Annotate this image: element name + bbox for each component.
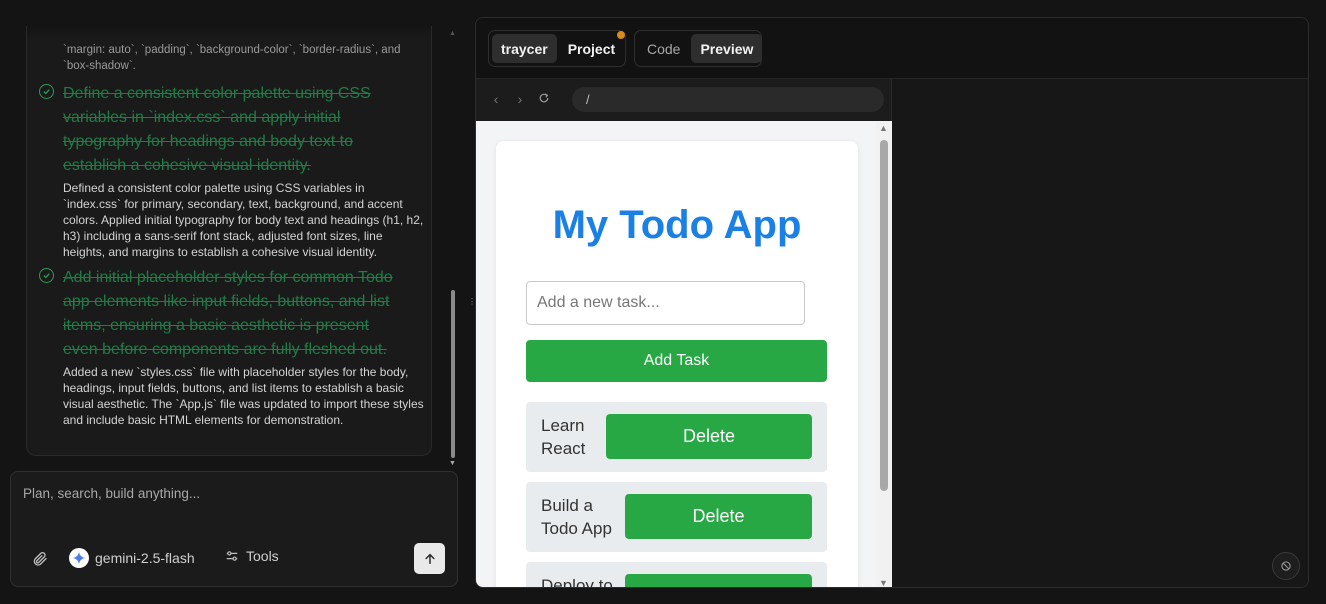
model-selector[interactable]: gemini-2.5-flash [69,548,195,568]
composer-input[interactable]: Plan, search, build anything... [23,486,200,501]
preview-panel: traycer Project Code Preview ‹ › / My To… [475,17,1309,588]
tab-preview[interactable]: Preview [691,34,763,63]
forward-arrow-icon[interactable]: › [512,91,528,107]
scroll-up-arrow-icon[interactable]: ▲ [449,30,456,37]
block-icon [1281,561,1291,571]
chat-panel: `margin: auto`, `padding`, `background-c… [0,0,470,604]
source-toggle: traycer Project [488,30,626,67]
todo-item: Deploy to [526,562,827,588]
plan-card: `margin: auto`, `padding`, `background-c… [26,26,432,456]
tab-code[interactable]: Code [638,34,689,63]
model-name: gemini-2.5-flash [95,550,195,566]
chat-composer[interactable]: Plan, search, build anything... gemini-2… [10,471,458,587]
tab-traycer[interactable]: traycer [492,34,557,63]
sliders-icon [226,551,238,561]
task-title: Define a consistent color palette using … [63,85,371,174]
new-task-input[interactable] [526,281,805,325]
tab-project[interactable]: Project [559,34,624,63]
paperclip-icon[interactable] [31,550,49,568]
tools-button[interactable]: Tools [225,548,279,564]
todo-text: Build a Todo App [541,496,612,538]
refresh-icon[interactable] [536,91,552,107]
send-button[interactable] [414,543,445,574]
check-circle-icon [39,84,54,99]
task-description: Added a new `styles.css` file with place… [63,365,424,427]
add-task-button[interactable]: Add Task [526,340,827,382]
delete-button[interactable] [625,574,812,587]
scroll-down-arrow-icon[interactable]: ▼ [879,578,888,587]
notification-dot [617,31,625,39]
app-preview-page: My Todo App Add Task Learn React Delete … [476,121,892,588]
task-description: Defined a consistent color palette using… [63,181,424,259]
page-scrollbar[interactable]: ▲ ▼ [876,121,892,587]
truncated-task-description: `margin: auto`, `padding`, `background-c… [63,44,401,72]
gemini-icon [69,548,89,568]
arrow-up-icon [424,553,435,564]
url-bar[interactable]: / [572,87,884,112]
browser-toolbar: ‹ › / [476,79,892,121]
todo-text: Learn React [541,416,586,458]
back-arrow-icon[interactable]: ‹ [488,91,504,107]
todo-item: Build a Todo App Delete [526,482,827,552]
stop-button[interactable] [1272,552,1300,580]
task-title: Add initial placeholder styles for commo… [63,269,393,358]
todo-item: Learn React Delete [526,402,827,472]
chat-scrollbar[interactable] [451,290,455,458]
delete-button[interactable]: Delete [625,494,812,539]
plan-task-2[interactable]: Add initial placeholder styles for commo… [39,266,431,428]
check-circle-icon [39,268,54,283]
view-toggle: Code Preview [634,30,763,67]
delete-button[interactable]: Delete [606,414,812,459]
todo-app-card: My Todo App Add Task Learn React Delete … [496,141,858,588]
preview-header: traycer Project Code Preview [476,18,1308,79]
tools-label: Tools [246,548,279,564]
scroll-down-arrow-icon[interactable]: ▼ [449,460,456,467]
page-scroll-thumb[interactable] [880,140,888,491]
plan-task-1[interactable]: Define a consistent color palette using … [39,82,431,260]
scroll-up-arrow-icon[interactable]: ▲ [879,123,888,133]
todo-text: Deploy to [541,576,613,588]
empty-preview-area [892,79,1308,587]
app-title: My Todo App [552,203,802,247]
